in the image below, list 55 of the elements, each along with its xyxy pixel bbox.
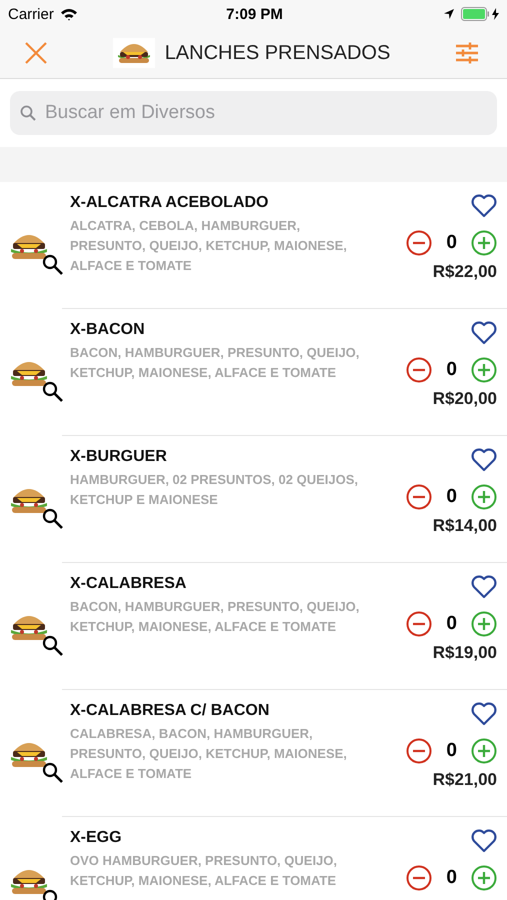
quantity-value: 0 [446,613,457,635]
plus-icon[interactable] [471,738,497,764]
magnifier-icon[interactable] [42,381,64,403]
minus-icon[interactable] [406,484,432,510]
wifi-icon [60,8,78,20]
item-price: R$19,00 [432,643,497,663]
minus-icon[interactable] [406,865,432,891]
status-time: 7:09 PM [226,6,283,22]
magnifier-icon[interactable] [42,762,64,784]
heart-icon[interactable] [471,321,497,345]
item-description: CALABRESA, BACON, HAMBURGUER, PRESUNTO, QUEIJO, KETCHUP, MAIONESE, ALFACE E TOMATE [70,725,348,783]
magnifier-icon[interactable] [42,254,64,276]
search-icon [20,105,36,121]
item-name: X-CALABRESA [70,575,188,593]
item-name: X-BACON [70,321,146,339]
search-field[interactable]: Buscar em Diversos [10,91,497,135]
item-price: R$22,00 [432,262,497,282]
item-description: BACON, HAMBURGUER, PRESUNTO, QUEIJO, KETCHUP, MAIONESE, ALFACE E TOMATE [70,598,360,636]
item-name: X-ALCATRA ACEBOLADO [70,194,270,212]
carrier-label: Carrier [8,6,54,22]
minus-icon[interactable] [406,357,432,383]
magnifier-icon[interactable] [42,508,64,530]
heart-icon[interactable] [471,448,497,472]
heart-icon[interactable] [471,194,497,218]
item-price: R$21,00 [432,770,497,790]
plus-icon[interactable] [471,611,497,637]
quantity-value: 0 [446,232,457,254]
plus-icon[interactable] [471,230,497,256]
item-price: R$14,00 [432,516,497,536]
item-description: BACON, HAMBURGUER, PRESUNTO, QUEIJO, KETCHUP, MAIONESE, ALFACE E TOMATE [70,344,360,382]
item-description: ALCATRA, CEBOLA, HAMBURGUER, PRESUNTO, QUEIJO, KETCHUP, MAIONESE, ALFACE E TOMATE [70,217,348,275]
item-price: R$20,00 [432,389,497,409]
plus-icon[interactable] [471,357,497,383]
heart-icon[interactable] [471,702,497,726]
minus-icon[interactable] [406,738,432,764]
location-arrow-icon [442,8,455,20]
plus-icon[interactable] [471,865,497,891]
plus-icon[interactable] [471,484,497,510]
quantity-value: 0 [446,740,457,762]
heart-icon[interactable] [471,575,497,599]
item-name: X-BURGUER [70,448,168,466]
item-description: HAMBURGUER, 02 PRESUNTOS, 02 QUEIJOS, KETCHUP E MAIONESE [70,471,359,509]
screen-title: LANCHES PRENSADOS [164,42,390,64]
quantity-value: 0 [446,486,457,508]
heart-icon[interactable] [471,829,497,853]
item-name: X-CALABRESA C/ BACON [70,702,270,720]
filter-sliders-icon[interactable] [455,42,479,64]
quantity-value: 0 [446,867,457,889]
minus-icon[interactable] [406,230,432,256]
magnifier-icon[interactable] [42,635,64,657]
quantity-value: 0 [446,359,457,381]
minus-icon[interactable] [406,611,432,637]
battery-icon [460,7,501,21]
item-name: X-EGG [70,829,123,847]
item-description: OVO HAMBURGUER, PRESUNTO, QUEIJO, KETCHUP, MAIONESE, ALFACE E TOMATE [70,852,338,890]
